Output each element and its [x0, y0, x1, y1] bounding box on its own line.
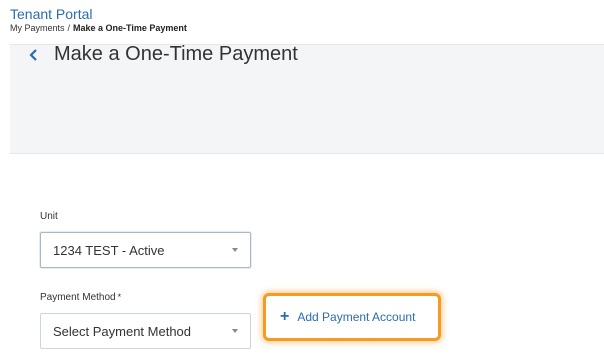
portal-title[interactable]: Tenant Portal [10, 6, 187, 23]
page-title: Make a One-Time Payment [54, 43, 298, 65]
required-mark: * [117, 292, 122, 302]
payment-method-select[interactable]: Select Payment Method [40, 313, 251, 349]
unit-select[interactable]: 1234 TEST - Active [40, 232, 251, 268]
chevron-left-icon[interactable] [28, 49, 40, 61]
breadcrumb: My Payments / Make a One-Time Payment [10, 23, 187, 34]
unit-label: Unit [40, 211, 58, 222]
caret-down-icon [232, 329, 238, 333]
portal-header: Tenant Portal My Payments / Make a One-T… [10, 6, 187, 34]
add-payment-account-label: Add Payment Account [297, 310, 416, 324]
breadcrumb-my-payments[interactable]: My Payments [10, 23, 65, 34]
breadcrumb-separator: / [67, 23, 71, 33]
unit-select-value: 1234 TEST - Active [53, 242, 165, 258]
payment-method-select-value: Select Payment Method [53, 323, 192, 339]
add-payment-account-button[interactable]: + Add Payment Account [263, 293, 441, 341]
caret-down-icon [232, 248, 238, 252]
breadcrumb-current: Make a One-Time Payment [73, 23, 187, 33]
payment-method-label: Payment Method * [40, 292, 121, 303]
payment-method-label-text: Payment Method [40, 292, 116, 303]
plus-icon: + [280, 308, 290, 325]
